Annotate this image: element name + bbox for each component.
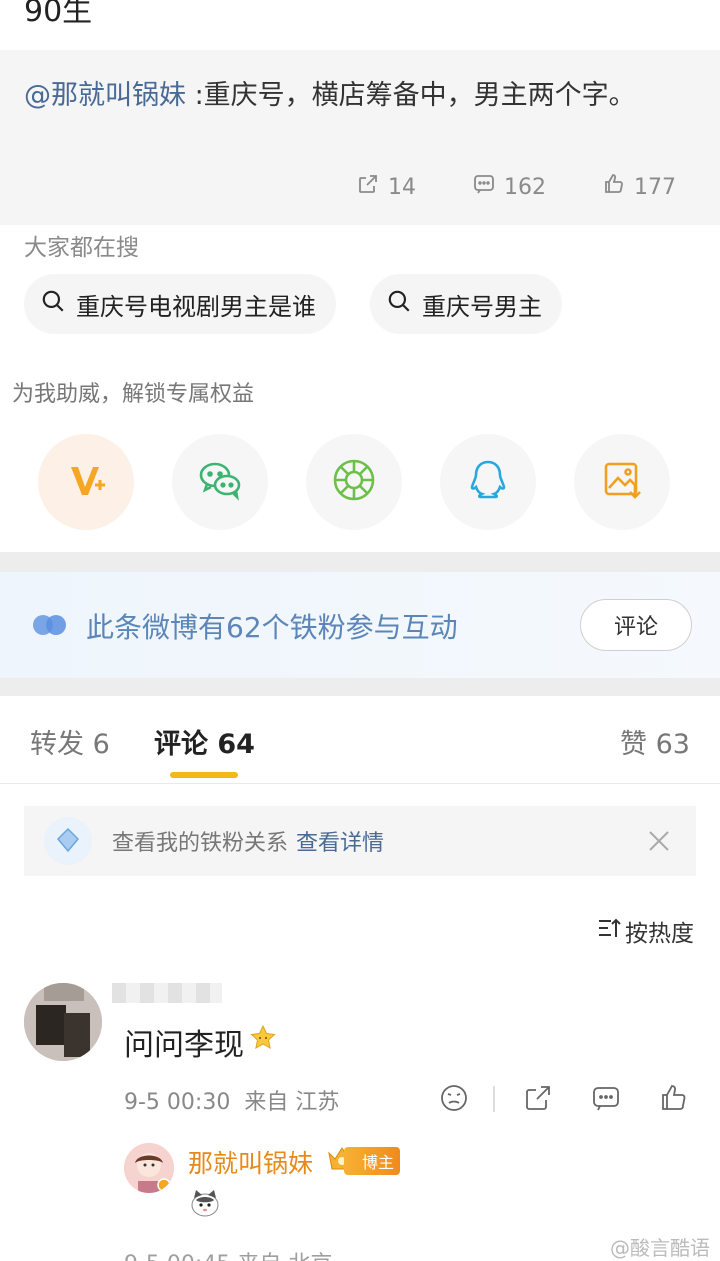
reply-icon[interactable]: [590, 1082, 622, 1114]
vip-button[interactable]: [38, 434, 134, 530]
star-emoji-icon: [248, 1023, 278, 1061]
username-blurred[interactable]: [112, 983, 222, 1003]
save-image-icon: [597, 455, 647, 509]
share-row: [38, 434, 670, 530]
sort-label: 按热度: [625, 921, 694, 947]
qq-share-button[interactable]: [440, 434, 536, 530]
blogger-badge-label: 博主: [344, 1147, 401, 1175]
thumbs-up-icon[interactable]: [658, 1082, 690, 1114]
avatar[interactable]: [24, 983, 102, 1061]
comment-icon: [472, 172, 496, 202]
wechat-icon: [195, 455, 245, 509]
tab-reposts[interactable]: 转发 6: [30, 722, 110, 761]
repost-icon: [356, 172, 380, 202]
search-chip-2[interactable]: 重庆号男主: [370, 274, 562, 334]
sort-icon: [597, 917, 621, 945]
comment-actions: [0, 1080, 720, 1120]
fans-interaction-banner: 此条微博有62个铁粉参与互动 评论: [0, 572, 720, 678]
sort-by-hot-button[interactable]: 按热度: [597, 914, 694, 948]
blogger-badge: 博主: [326, 1147, 401, 1175]
original-post-card[interactable]: @那就叫锅妹 :重庆号，横店筹备中，男主两个字。 14 162 177: [0, 50, 720, 225]
search-icon: [386, 288, 412, 320]
fan-relation-bar[interactable]: 查看我的铁粉关系 查看详情: [24, 806, 696, 876]
cat-sticker-icon: [188, 1186, 222, 1220]
original-post-stats: 14 162 177: [356, 172, 676, 202]
dislike-icon[interactable]: [438, 1082, 470, 1114]
comment-button[interactable]: 评论: [580, 599, 692, 651]
watermark: @酸言酷语: [610, 1236, 710, 1260]
interaction-tabs: 转发 6 评论 64 赞 63: [0, 696, 720, 784]
moments-share-button[interactable]: [306, 434, 402, 530]
original-post-body: :重庆号，横店筹备中，男主两个字。: [186, 80, 636, 111]
post-partial-text: 90生: [24, 0, 93, 29]
search-icon: [40, 288, 66, 320]
hot-search-title: 大家都在搜: [24, 235, 139, 261]
comment-body: 问问李现: [124, 1028, 244, 1063]
search-chip-label: 重庆号男主: [422, 292, 542, 321]
next-reply-meta-partial: 9-5 00:45 来自 北京: [124, 1246, 332, 1261]
active-tab-indicator: [170, 772, 238, 778]
comment-count: 162: [504, 174, 546, 200]
wechat-share-button[interactable]: [172, 434, 268, 530]
close-icon[interactable]: [644, 826, 674, 856]
moments-icon: [329, 455, 379, 509]
vip-icon: [61, 455, 111, 509]
blogger-avatar[interactable]: [124, 1143, 174, 1193]
search-chip-1[interactable]: 重庆号电视剧男主是谁: [24, 274, 336, 334]
blogger-name[interactable]: 那就叫锅妹: [188, 1144, 313, 1180]
section-divider: [0, 678, 720, 696]
view-details-link[interactable]: 查看详情: [296, 825, 384, 857]
fans-icon: [32, 612, 68, 642]
fan-relation-text: 查看我的铁粉关系: [112, 831, 289, 856]
repost-count: 14: [388, 174, 416, 200]
fans-banner-text: 此条微博有62个铁粉参与互动: [86, 611, 458, 644]
search-chip-label: 重庆号电视剧男主是谁: [76, 292, 316, 321]
tab-comments[interactable]: 评论 64: [154, 722, 255, 761]
original-post-text: @那就叫锅妹 :重庆号，横店筹备中，男主两个字。: [24, 76, 664, 116]
repost-stat[interactable]: 14: [356, 172, 416, 202]
like-count: 177: [634, 174, 676, 200]
repost-icon[interactable]: [522, 1082, 554, 1114]
comment-text: 问问李现: [124, 1020, 278, 1064]
comment-stat[interactable]: 162: [472, 172, 546, 202]
support-title: 为我助威，解锁专属权益: [12, 382, 255, 407]
thumbs-up-icon: [602, 172, 626, 202]
mention-link[interactable]: @那就叫锅妹: [24, 80, 186, 111]
like-stat[interactable]: 177: [602, 172, 676, 202]
diamond-icon: [42, 815, 94, 867]
tab-likes[interactable]: 赞 63: [620, 722, 690, 761]
section-divider: [0, 552, 720, 572]
action-divider: [493, 1086, 495, 1112]
save-image-button[interactable]: [574, 434, 670, 530]
qq-icon: [463, 455, 513, 509]
